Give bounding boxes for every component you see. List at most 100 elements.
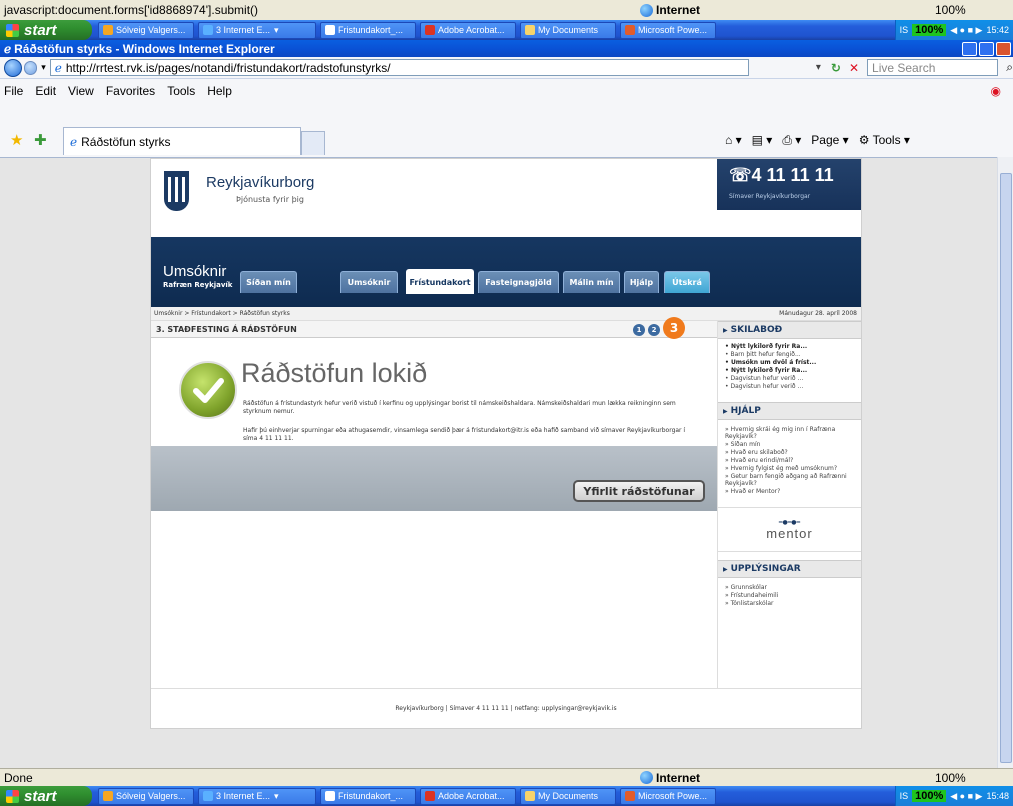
ime-indicator[interactable]: IS	[900, 25, 909, 35]
mentor-link[interactable]: ━●━●━ mentor	[718, 507, 861, 552]
taskbar-label: Fristundakort_...	[338, 791, 404, 801]
back-icon[interactable]	[4, 58, 22, 77]
favorites-star-icon[interactable]: ★	[10, 131, 23, 149]
menu-tools[interactable]: Tools	[167, 84, 195, 98]
help-item[interactable]: » Hvað eru erindi/mál?	[718, 457, 857, 464]
document-icon	[325, 791, 335, 801]
taskbar-button-excel[interactable]: Fristundakort_...	[320, 787, 416, 805]
breadcrumb: Umsóknir > Frístundakort > Ráðstöfun sty…	[151, 307, 861, 321]
message-item[interactable]: • Barn þitt hefur fengið...	[718, 351, 861, 358]
home-icon[interactable]: ⌂	[725, 133, 732, 147]
taskbar-label: Microsoft Powe...	[638, 791, 708, 801]
chevron-down-icon: ▾	[274, 790, 279, 801]
help-label: Síðan mín	[730, 441, 761, 448]
vertical-scrollbar[interactable]	[997, 157, 1013, 768]
add-favorite-icon[interactable]: ✚	[34, 131, 47, 149]
taskbar-button-powerpoint[interactable]: Microsoft Powe...	[620, 787, 716, 805]
menu-file[interactable]: File	[4, 84, 23, 98]
step-1-indicator[interactable]: 1	[633, 324, 645, 336]
taskbar-label: Microsoft Powe...	[638, 25, 708, 35]
taskbar-button-messenger[interactable]: Sólveig Valgers...	[98, 787, 194, 805]
help-item[interactable]: » Hvað eru skilaboð?	[718, 449, 857, 456]
chevron-down-icon[interactable]: ▾	[41, 63, 46, 73]
tray-icons[interactable]: ◀ ● ■ ▶	[950, 791, 982, 802]
minimize-button[interactable]	[962, 41, 977, 56]
breadcrumb-text[interactable]: Umsóknir > Frístundakort > Ráðstöfun sty…	[154, 310, 290, 317]
start-button[interactable]: start	[0, 786, 92, 806]
tab-malin-min[interactable]: Málin mín	[563, 271, 620, 293]
feeds-icon[interactable]: ▤	[752, 133, 763, 147]
taskbar-button-messenger[interactable]: Sólveig Valgers...	[98, 21, 194, 39]
menu-view[interactable]: View	[68, 84, 94, 98]
help-item[interactable]: » Hvernig skrái ég mig inn í Rafræna Rey…	[718, 426, 857, 440]
taskbar-button-excel[interactable]: Fristundakort_...	[320, 21, 416, 39]
taskbar-button-ie[interactable]: 3 Internet E... ▾	[198, 787, 316, 805]
menu-edit[interactable]: Edit	[35, 84, 56, 98]
step-2-indicator[interactable]: 2	[648, 324, 660, 336]
taskbar-button-mydocs[interactable]: My Documents	[520, 21, 616, 39]
ie-icon	[203, 25, 213, 35]
forward-icon[interactable]	[23, 60, 38, 75]
message-item[interactable]: • Nýtt lykilorð fyrir Ra...	[718, 367, 861, 374]
maximize-button[interactable]	[979, 41, 994, 56]
sidebar-heading-info: ▶ UPPLÝSINGAR	[718, 560, 861, 578]
overview-button[interactable]: Yfirlit ráðstöfunar	[573, 480, 705, 502]
tab-hjalp[interactable]: Hjálp	[624, 271, 659, 293]
message-item[interactable]: • Umsókn um dvöl á fríst...	[718, 359, 861, 366]
tab-umsoknir[interactable]: Umsóknir	[340, 271, 398, 293]
help-item[interactable]: » Hvernig fylgist ég með umsóknum?	[718, 465, 857, 472]
tab-active[interactable]: ℯ Ráðstöfun styrks	[63, 127, 301, 155]
info-label: Frístundaheimili	[730, 592, 779, 599]
message-item[interactable]: • Dagvistun hefur verið ...	[718, 383, 861, 390]
message-item[interactable]: • Nýtt lykilorð fyrir Ra...	[718, 343, 861, 350]
taskbar-button-ie[interactable]: 3 Internet E... ▾	[198, 21, 316, 39]
tab-sidan-min[interactable]: Síðan mín	[240, 271, 297, 293]
reykjavik-logo-icon[interactable]	[164, 171, 189, 211]
print-icon[interactable]: ⎙	[782, 133, 792, 147]
refresh-icon[interactable]: ↻	[831, 61, 841, 75]
globe-icon	[640, 771, 653, 784]
messages-list: • Nýtt lykilorð fyrir Ra... • Barn þitt …	[718, 339, 861, 390]
site-brand[interactable]: Reykjavíkurborg	[206, 174, 314, 191]
zoom-level[interactable]: 100%	[935, 771, 966, 785]
info-item[interactable]: » Grunnskólar	[718, 584, 861, 591]
info-item[interactable]: » Frístundaheimili	[718, 592, 861, 599]
taskbar-label: My Documents	[538, 25, 599, 35]
ime-indicator[interactable]: IS	[900, 791, 909, 801]
new-tab-button[interactable]	[301, 131, 325, 155]
scrollbar-thumb[interactable]	[1000, 173, 1012, 763]
start-button[interactable]: start	[0, 20, 92, 40]
zoom-level[interactable]: 100%	[935, 3, 966, 17]
taskbar-button-acrobat[interactable]: Adobe Acrobat...	[420, 21, 516, 39]
stop-icon[interactable]: ✕	[849, 61, 859, 75]
menu-help[interactable]: Help	[207, 84, 232, 98]
main-content: 3. STAÐFESTING Á RÁÐSTÖFUN 1 2 3 Ráðstöf…	[151, 317, 717, 688]
command-bar: ⌂ ▾ ▤ ▾ ⎙ ▾ Page ▾ ⚙ Tools ▾	[725, 133, 910, 147]
address-bar[interactable]: ℯ http://rrtest.rvk.is/pages/notandi/fri…	[49, 59, 749, 76]
battery-indicator[interactable]: 100%	[912, 24, 947, 36]
tab-utskra[interactable]: Útskrá	[664, 271, 710, 293]
help-item[interactable]: » Getur barn fengið aðgang að Rafrænni R…	[718, 473, 857, 487]
page-menu[interactable]: Page ▾	[811, 133, 848, 147]
search-input[interactable]: Live Search	[867, 59, 999, 76]
taskbar-button-mydocs[interactable]: My Documents	[520, 787, 616, 805]
sidebar-heading-messages: ▶ SKILABOÐ	[718, 321, 861, 339]
tray-icons[interactable]: ◀ ● ■ ▶	[950, 25, 982, 36]
message-label: Barn þitt hefur fengið...	[730, 351, 801, 358]
menu-favorites[interactable]: Favorites	[106, 84, 155, 98]
tools-menu[interactable]: ⚙ Tools ▾	[859, 133, 910, 147]
info-item[interactable]: » Tónlistarskólar	[718, 600, 861, 607]
message-item[interactable]: • Dagvistun hefur verið ...	[718, 375, 861, 382]
tab-fasteignagjold[interactable]: Fasteignagjöld	[478, 271, 559, 293]
taskbar-button-powerpoint[interactable]: Microsoft Powe...	[620, 21, 716, 39]
search-icon[interactable]: ⌕	[1006, 60, 1013, 75]
tab-fristundakort[interactable]: Frístundakort	[406, 269, 474, 294]
taskbar-button-acrobat[interactable]: Adobe Acrobat...	[420, 787, 516, 805]
battery-indicator[interactable]: 100%	[912, 790, 947, 802]
dropdown-icon[interactable]: ▾	[816, 62, 821, 73]
footer-text[interactable]: Reykjavíkurborg | Símaver 4 11 11 11 | n…	[395, 705, 616, 712]
help-item[interactable]: » Síðan mín	[718, 441, 857, 448]
help-item[interactable]: » Hvað er Mentor?	[718, 488, 857, 495]
toolbar-addon-icon[interactable]: ◉	[991, 84, 1001, 98]
close-button[interactable]	[996, 41, 1011, 56]
